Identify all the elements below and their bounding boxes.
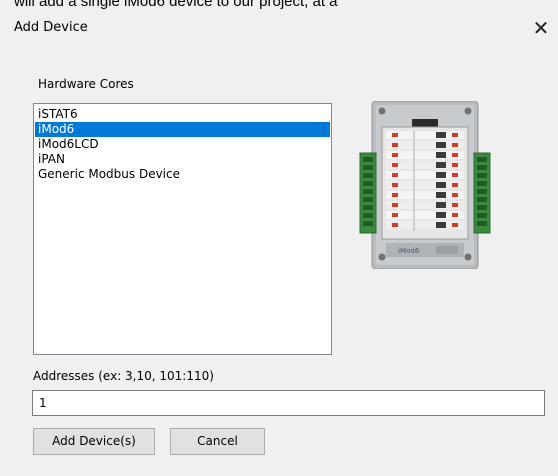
- list-item-istat6[interactable]: iSTAT6: [35, 107, 330, 122]
- cancel-button[interactable]: Cancel: [170, 428, 265, 455]
- imod6-device-image: iMod6: [359, 101, 491, 269]
- addresses-label: Addresses (ex: 3,10, 101:110): [33, 369, 214, 383]
- hardware-cores-list[interactable]: iSTAT6 iMod6 iMod6LCD iPAN Generic Modbu…: [33, 103, 332, 355]
- list-item-imod6[interactable]: iMod6: [35, 122, 330, 137]
- background-caption: will add a single iMod6 device to our pr…: [14, 0, 338, 10]
- add-devices-button[interactable]: Add Device(s): [33, 428, 155, 455]
- dialog-title: Add Device: [14, 20, 88, 35]
- list-item-imod6lcd[interactable]: iMod6LCD: [35, 137, 330, 152]
- hardware-cores-label: Hardware Cores: [38, 77, 134, 91]
- list-item-generic-modbus[interactable]: Generic Modbus Device: [35, 167, 330, 182]
- addresses-input[interactable]: [32, 390, 545, 416]
- list-item-ipan[interactable]: iPAN: [35, 152, 330, 167]
- device-badge-text: iMod6: [398, 247, 420, 255]
- close-icon[interactable]: ✕: [528, 15, 554, 41]
- dialog-titlebar: Add Device ✕: [0, 12, 558, 48]
